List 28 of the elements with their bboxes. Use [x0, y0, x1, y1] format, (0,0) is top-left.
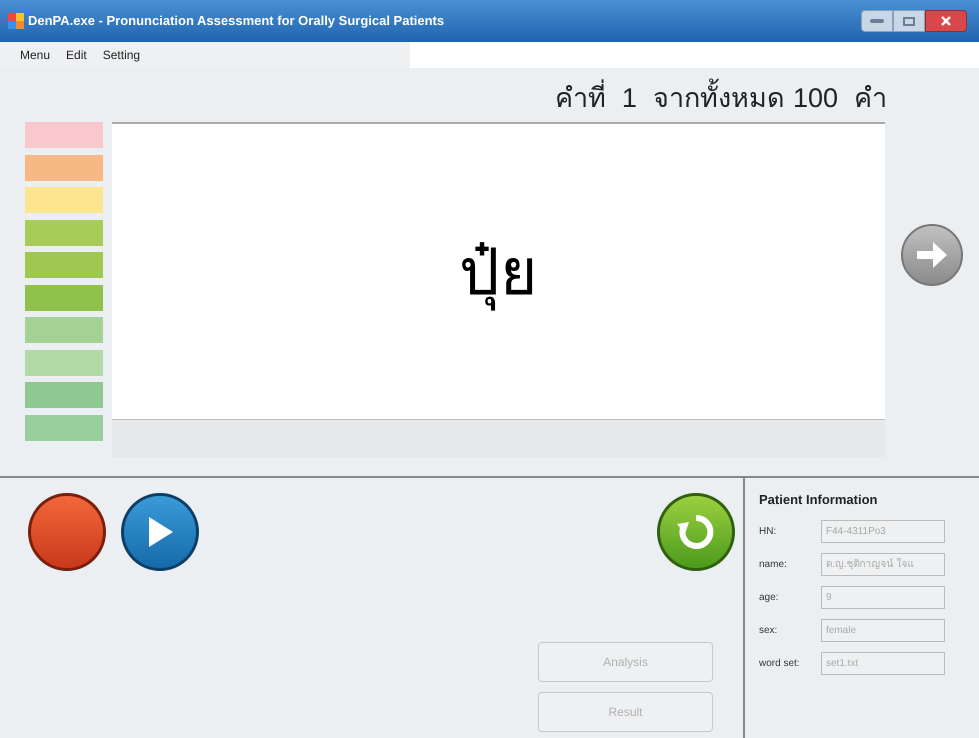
- maximize-button[interactable]: [893, 10, 925, 32]
- minimize-button[interactable]: [861, 10, 893, 32]
- field-label: name:: [759, 558, 788, 572]
- counter-unit: คำ: [854, 82, 887, 114]
- total-number: 100: [792, 82, 838, 114]
- info-field[interactable]: F44-4311Po3: [821, 520, 945, 542]
- field-label: HN:: [759, 524, 778, 538]
- field-label: age:: [759, 590, 780, 604]
- info-field[interactable]: 9: [821, 586, 945, 608]
- menu-item[interactable]: Edit: [66, 46, 87, 64]
- info-field[interactable]: ด.ญ.ชุติกาญจน์ ใจแ: [821, 552, 945, 576]
- target-word: ปุ๋ย: [459, 224, 538, 320]
- field-label: sex:: [759, 624, 778, 638]
- counter-label: คำที่: [554, 78, 606, 118]
- current-number: 1: [622, 82, 637, 114]
- info-field[interactable]: set1.txt: [821, 652, 945, 674]
- window-title: DenPA.exe - Pronunciation Assessment for Orally Surgical Patients: [28, 12, 444, 30]
- close-icon: [940, 15, 952, 27]
- patient-info-title: Patient Information: [759, 491, 878, 509]
- refresh-icon: [676, 512, 716, 552]
- app-icon: [8, 13, 24, 29]
- arrow-right-icon: [915, 240, 949, 270]
- info-field[interactable]: female: [821, 618, 945, 642]
- close-button[interactable]: [925, 10, 967, 32]
- field-label: word set:: [759, 656, 801, 670]
- counter-of: จากทั้งหมด: [652, 78, 785, 118]
- menu-item[interactable]: Menu: [20, 46, 50, 64]
- menu-item[interactable]: Setting: [102, 46, 140, 64]
